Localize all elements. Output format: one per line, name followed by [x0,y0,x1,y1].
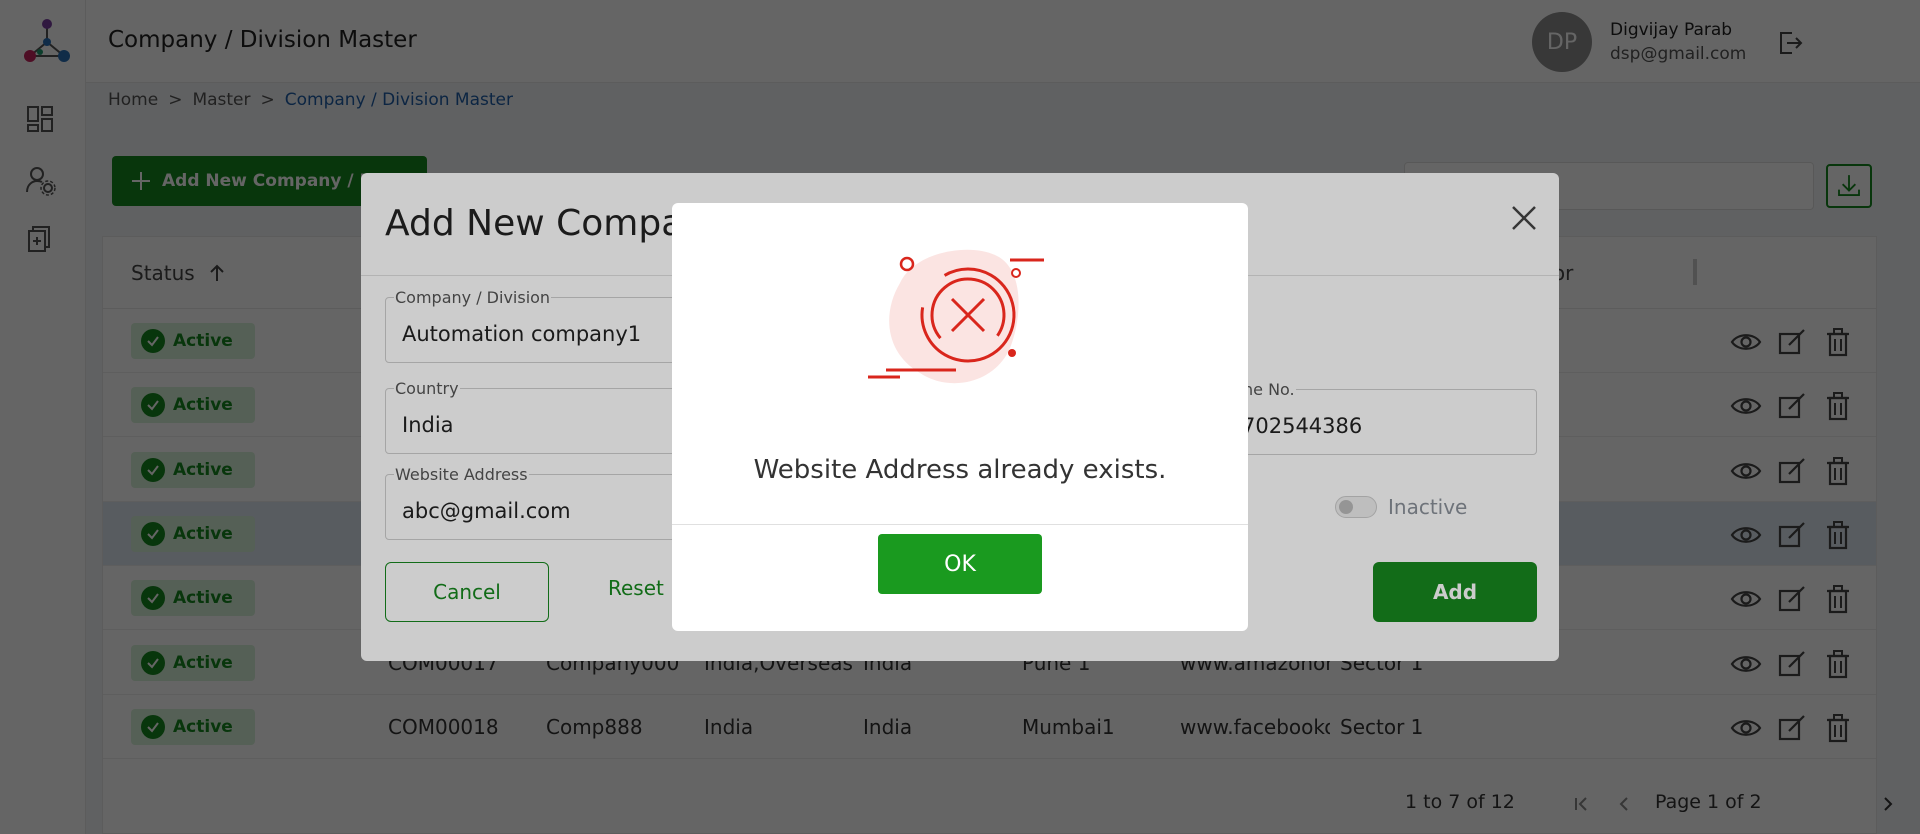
alert-divider [672,524,1248,525]
alert-message: Website Address already exists. [753,455,1167,485]
ok-button[interactable]: OK [878,534,1042,594]
error-alert-dialog: Website Address already exists. OK [672,203,1248,631]
error-illustration-icon [868,249,1044,384]
